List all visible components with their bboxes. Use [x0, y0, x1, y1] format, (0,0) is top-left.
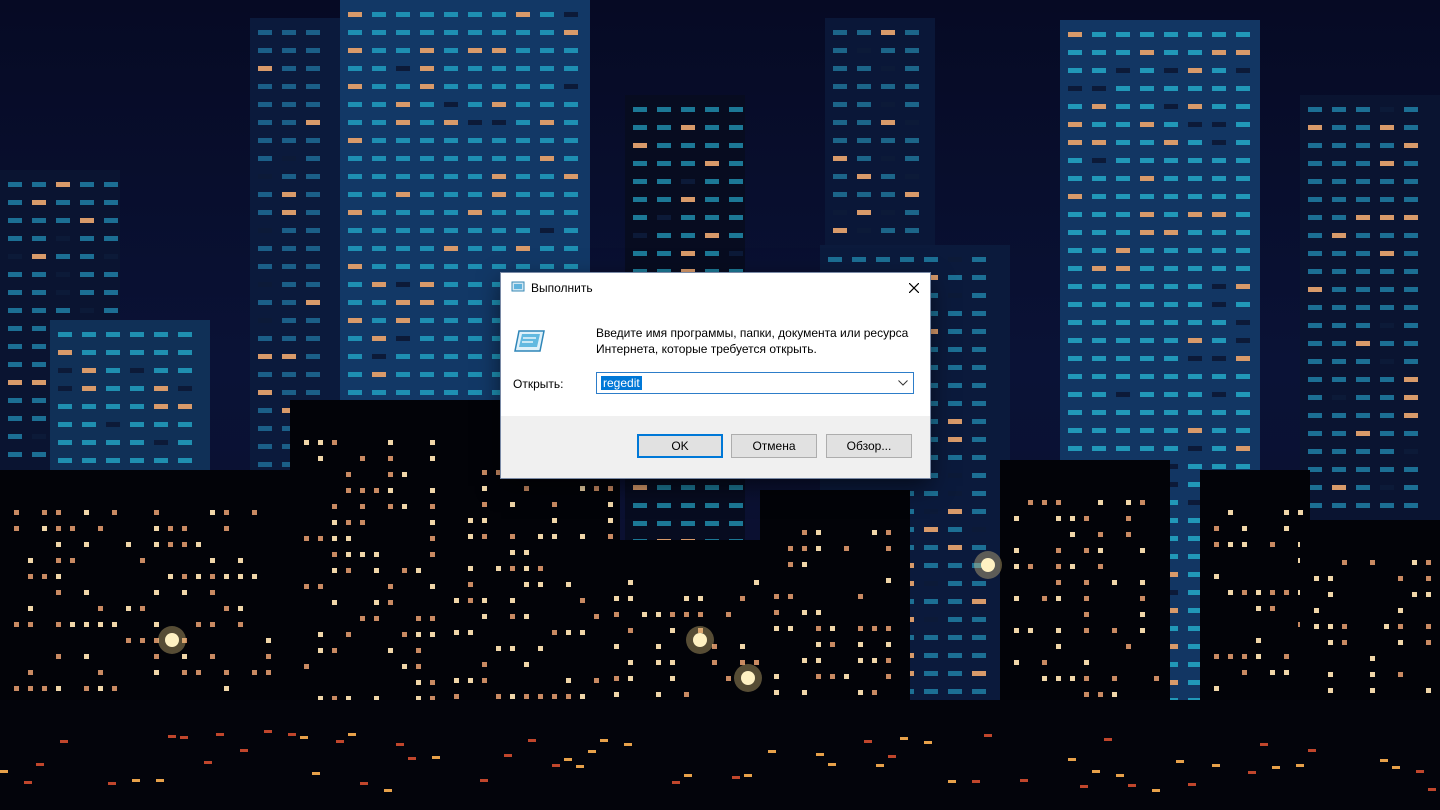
open-input-value[interactable]: regedit: [601, 376, 642, 390]
button-bar: OK Отмена Обзор...: [501, 416, 930, 478]
run-dialog: Выполнить Введите имя программы, папки, …: [501, 273, 930, 478]
run-app-icon: [513, 328, 547, 354]
combobox-dropdown-button[interactable]: [895, 375, 911, 391]
open-label: Открыть:: [513, 377, 564, 391]
chevron-down-icon: [898, 380, 908, 386]
desktop: Выполнить Введите имя программы, папки, …: [0, 0, 1440, 810]
open-combobox[interactable]: regedit: [596, 372, 914, 394]
run-app-icon: [510, 281, 526, 293]
title-bar[interactable]: Выполнить: [501, 273, 930, 303]
cancel-button[interactable]: Отмена: [731, 434, 817, 458]
close-icon: [909, 283, 919, 293]
ok-button[interactable]: OK: [637, 434, 723, 458]
close-button[interactable]: [898, 273, 930, 303]
browse-button[interactable]: Обзор...: [826, 434, 912, 458]
run-description: Введите имя программы, папки, документа …: [596, 326, 909, 356]
window-title: Выполнить: [531, 281, 593, 295]
